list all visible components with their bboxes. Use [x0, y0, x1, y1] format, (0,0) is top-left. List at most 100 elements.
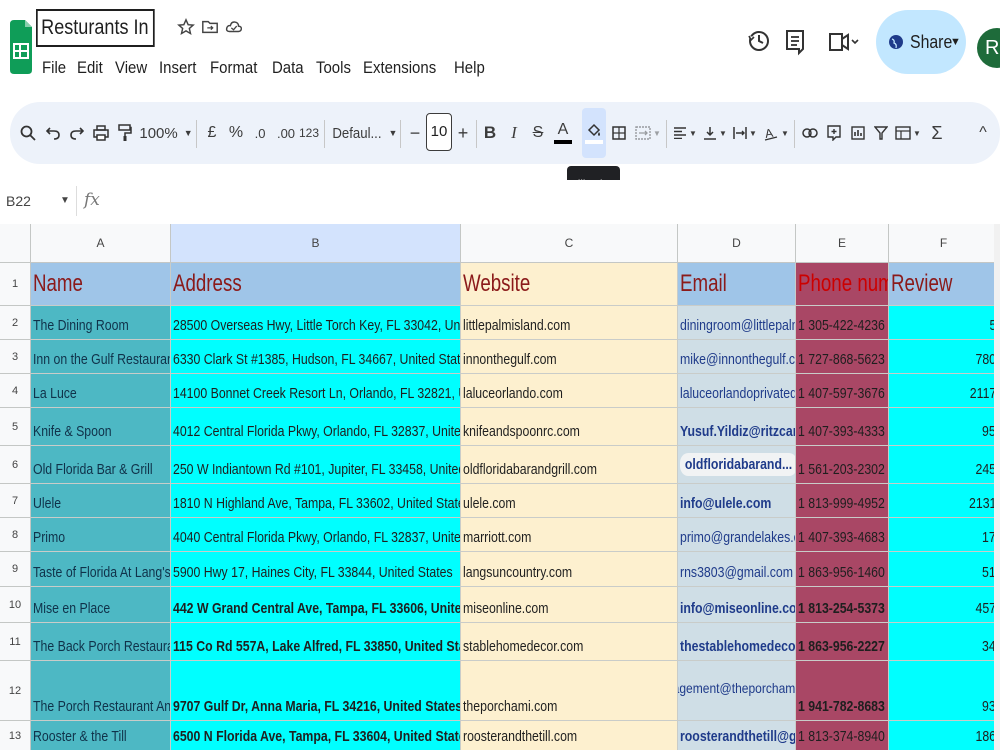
cell-email[interactable]: rns3803@gmail.com [678, 552, 796, 587]
row-header-9[interactable]: 9 [0, 552, 31, 587]
strikethrough-button[interactable]: S [530, 102, 546, 164]
header-cell-address[interactable]: Address [171, 263, 461, 306]
decrease-decimal-button[interactable]: .0 [250, 102, 270, 164]
cell-website[interactable]: theporchami.com [461, 661, 678, 721]
cell-website[interactable]: langsuncountry.com [461, 552, 678, 587]
cell-email[interactable]: oldfloridabarand... [678, 446, 796, 484]
comments-icon[interactable] [783, 26, 807, 56]
more-formats-button[interactable]: 123 [299, 102, 319, 164]
cell-address[interactable]: 28500 Overseas Hwy, Little Torch Key, FL… [171, 306, 461, 340]
cell-phone[interactable]: 1 561-203-2302 [796, 446, 889, 484]
menu-extensions[interactable]: Extensions [363, 58, 436, 78]
name-box[interactable]: B22 [6, 193, 31, 209]
cell-name[interactable]: La Luce [31, 374, 171, 408]
cell-name[interactable]: Mise en Place [31, 587, 171, 623]
cell-phone[interactable]: 1 407-393-4683 [796, 518, 889, 552]
format-percent-button[interactable]: % [228, 102, 244, 164]
menu-edit[interactable]: Edit [77, 58, 103, 78]
cell-address[interactable]: 4040 Central Florida Pkwy, Orlando, FL 3… [171, 518, 461, 552]
cell-address[interactable]: 4012 Central Florida Pkwy, Orlando, FL 3… [171, 408, 461, 446]
menu-file[interactable]: File [42, 58, 66, 78]
cell-website[interactable]: knifeandspoonrc.com [461, 408, 678, 446]
cell-website[interactable]: ulele.com [461, 484, 678, 518]
row-header-7[interactable]: 7 [0, 484, 31, 518]
meet-video-icon[interactable] [826, 26, 860, 56]
text-rotation-icon[interactable]: A ▼ [762, 102, 790, 164]
cloud-status-icon[interactable] [225, 18, 243, 36]
paint-format-icon[interactable] [116, 102, 134, 164]
column-header-a[interactable]: A [31, 224, 171, 263]
row-header-8[interactable]: 8 [0, 518, 31, 552]
cell-phone[interactable]: 1 813-254-5373 [796, 587, 889, 623]
format-currency-button[interactable]: £ [204, 102, 220, 164]
header-cell-review[interactable]: Review [889, 263, 999, 306]
cell-phone[interactable]: 1 305-422-4236 [796, 306, 889, 340]
cell-address[interactable]: 9707 Gulf Dr, Anna Maria, FL 34216, Unit… [171, 661, 461, 721]
cell-phone[interactable]: 1 941-782-8683 [796, 661, 889, 721]
menu-help[interactable]: Help [454, 58, 485, 78]
cell-email[interactable]: Yusuf.Yildiz@ritzcarlton.com [678, 408, 796, 446]
cell-website[interactable]: stablehomedecor.com [461, 623, 678, 661]
cell-website[interactable]: roosterandthetill.com [461, 721, 678, 750]
cell-phone[interactable]: 1 813-374-8940 [796, 721, 889, 750]
cell-website[interactable]: innonthegulf.com [461, 340, 678, 374]
row-header-6[interactable]: 6 [0, 446, 31, 484]
merge-cells-icon[interactable]: ▼ [634, 102, 662, 164]
header-cell-phone[interactable]: Phone numbe [796, 263, 889, 306]
document-title[interactable]: Resturants In Florida [36, 9, 155, 47]
cell-review[interactable]: 95 [889, 408, 999, 446]
cell-email[interactable]: primo@grandelakes.com [678, 518, 796, 552]
italic-button[interactable]: I [506, 102, 522, 164]
cell-review[interactable]: 93 [889, 661, 999, 721]
vertical-align-icon[interactable]: ▼ [702, 102, 728, 164]
insert-link-icon[interactable] [800, 102, 820, 164]
insert-comment-icon[interactable] [824, 102, 844, 164]
borders-icon[interactable] [610, 102, 628, 164]
cell-review[interactable]: 17 [889, 518, 999, 552]
cell-email[interactable]: diningroom@littlepalmisland.com [678, 306, 796, 340]
search-menus-icon[interactable] [18, 102, 38, 164]
menu-view[interactable]: View [115, 58, 147, 78]
cell-name[interactable]: Inn on the Gulf Restaurant [31, 340, 171, 374]
cell-address[interactable]: 250 W Indiantown Rd #101, Jupiter, FL 33… [171, 446, 461, 484]
column-header-b[interactable]: B [171, 224, 461, 263]
font-size-input[interactable]: 10 [426, 113, 452, 151]
cell-review[interactable]: 2131 [889, 484, 999, 518]
row-header-2[interactable]: 2 [0, 306, 31, 340]
cell-email[interactable]: roosterandthetill@gmail.com [678, 721, 796, 750]
redo-icon[interactable] [68, 102, 86, 164]
menu-data[interactable]: Data [272, 58, 304, 78]
print-icon[interactable] [92, 102, 110, 164]
column-header-c[interactable]: C [461, 224, 678, 263]
text-wrapping-icon[interactable]: ▼ [732, 102, 758, 164]
increase-font-size-button[interactable]: + [456, 102, 470, 164]
cell-website[interactable]: littlepalmisland.com [461, 306, 678, 340]
increase-decimal-button[interactable]: .00 [275, 102, 297, 164]
collapse-toolbar-button[interactable]: ^ [974, 102, 992, 164]
cell-review[interactable]: 34 [889, 623, 999, 661]
cell-name[interactable]: The Back Porch Restaurant [31, 623, 171, 661]
fill-colour-button[interactable] [582, 102, 606, 164]
column-header-e[interactable]: E [796, 224, 889, 263]
cell-email[interactable]: thestablehomedecor@gmail.com [678, 623, 796, 661]
cell-review[interactable]: 245 [889, 446, 999, 484]
version-history-icon[interactable] [747, 26, 771, 56]
cell-address[interactable]: 6500 N Florida Ave, Tampa, FL 33604, Uni… [171, 721, 461, 750]
cell-name[interactable]: Primo [31, 518, 171, 552]
bold-button[interactable]: B [482, 102, 498, 164]
cell-email[interactable]: laluceorlandoprivatedining@ [678, 374, 796, 408]
column-header-f[interactable]: F [889, 224, 999, 263]
cell-address[interactable]: 5900 Hwy 17, Haines City, FL 33844, Unit… [171, 552, 461, 587]
star-icon[interactable] [177, 18, 195, 36]
row-header-10[interactable]: 10 [0, 587, 31, 623]
cell-address[interactable]: 442 W Grand Central Ave, Tampa, FL 33606… [171, 587, 461, 623]
cell-website[interactable]: laluceorlando.com [461, 374, 678, 408]
cell-address[interactable]: 14100 Bonnet Creek Resort Ln, Orlando, F… [171, 374, 461, 408]
cell-review[interactable]: 457 [889, 587, 999, 623]
menu-insert[interactable]: Insert [159, 58, 196, 78]
column-header-d[interactable]: D [678, 224, 796, 263]
cell-website[interactable]: oldfloridabarandgrill.com [461, 446, 678, 484]
cell-name[interactable]: The Porch Restaurant Anna Maria [31, 661, 171, 721]
cell-address[interactable]: 115 Co Rd 557A, Lake Alfred, FL 33850, U… [171, 623, 461, 661]
filter-icon[interactable] [872, 102, 890, 164]
